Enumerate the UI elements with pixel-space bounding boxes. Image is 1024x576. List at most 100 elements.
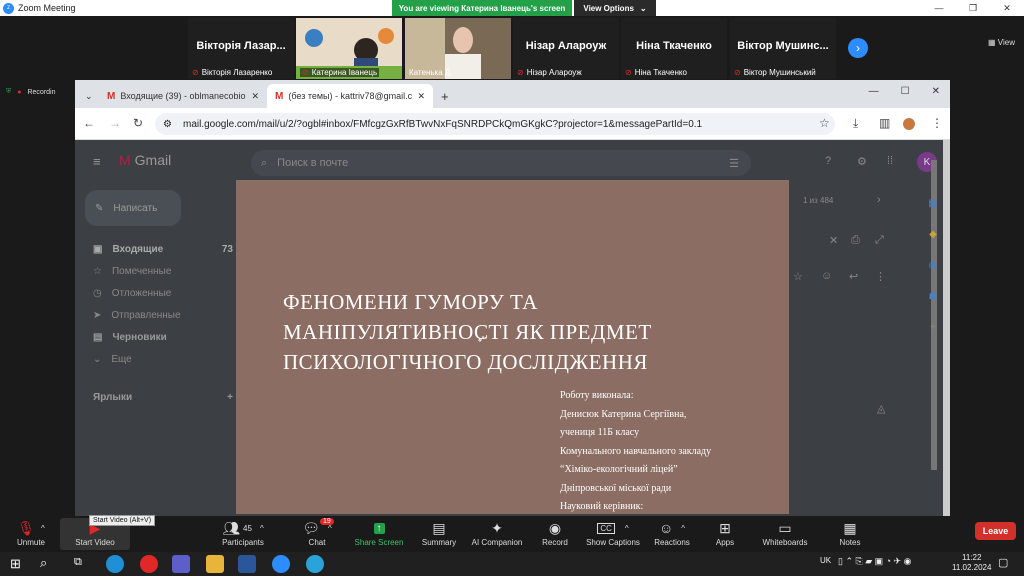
- tab-no-subject[interactable]: M (без темы) - kattriv78@gmail.co... ✕: [267, 84, 433, 108]
- tasks-icon[interactable]: ◉: [929, 260, 938, 271]
- view-button[interactable]: ▦ View: [988, 38, 1015, 47]
- opera-icon[interactable]: [140, 555, 158, 573]
- add-label-icon[interactable]: +: [227, 392, 233, 403]
- gmail-logo[interactable]: M Gmail: [119, 152, 171, 168]
- minimize-button[interactable]: —: [922, 0, 956, 16]
- leave-button[interactable]: Leave: [975, 522, 1016, 540]
- emoji-icon[interactable]: ☺: [821, 270, 832, 282]
- participant-tile[interactable]: Вікторія Лазар... ⊘ Вікторія Лазаренко: [188, 18, 294, 79]
- close-button[interactable]: ✕: [990, 0, 1024, 16]
- profile-avatar[interactable]: [903, 118, 915, 130]
- file-explorer-icon[interactable]: [206, 555, 224, 573]
- site-info-icon[interactable]: ⚙: [163, 119, 172, 130]
- url-text: mail.google.com/mail/u/2/?ogbl#inbox/FMf…: [183, 118, 703, 130]
- chevron-up-icon[interactable]: ^: [681, 524, 685, 533]
- page-scrollbar[interactable]: [943, 140, 950, 516]
- url-field[interactable]: ⚙ mail.google.com/mail/u/2/?ogbl#inbox/F…: [155, 113, 835, 135]
- close-button[interactable]: ✕: [932, 86, 940, 97]
- tab-list-button[interactable]: ⌄: [77, 84, 101, 108]
- chevron-up-icon[interactable]: ^: [260, 524, 264, 533]
- language-indicator[interactable]: UK: [820, 556, 831, 565]
- add-addon-icon[interactable]: +: [930, 322, 936, 333]
- word-icon[interactable]: [238, 555, 256, 573]
- chevron-down-icon: ⌄: [93, 354, 102, 365]
- participant-tile[interactable]: Віктор Мушинс... ⊘ Віктор Мушинський: [730, 18, 836, 79]
- collapse-icon[interactable]: ✕: [829, 234, 838, 247]
- new-tab-button[interactable]: +: [433, 84, 457, 108]
- sidebar-item-drafts[interactable]: ▤ Черновики: [93, 332, 167, 343]
- open-new-window-icon[interactable]: ⤢: [875, 234, 884, 247]
- search-input[interactable]: ⌕ Поиск в почте ☰: [251, 150, 751, 176]
- search-icon: ⌕: [261, 156, 268, 169]
- compose-button[interactable]: ✎ Написать: [85, 190, 181, 226]
- address-bar: ← → ↻ ⚙ mail.google.com/mail/u/2/?ogbl#i…: [75, 108, 950, 140]
- whiteboard-icon: ▭: [778, 519, 792, 536]
- sidebar-item-label: Еще: [111, 354, 132, 365]
- search-icon[interactable]: ⌕: [40, 555, 47, 571]
- gmail-logo-text: Gmail: [134, 152, 172, 168]
- edge-icon[interactable]: [106, 555, 124, 573]
- menu-icon[interactable]: ⋮: [931, 116, 943, 130]
- participant-big-name: Вікторія Лазар...: [196, 40, 286, 52]
- star-icon[interactable]: ☆: [793, 270, 803, 283]
- sidebar-item-snoozed[interactable]: ◷ Отложенные: [93, 288, 171, 299]
- download-icon[interactable]: ⤓: [853, 116, 858, 131]
- next-page-icon[interactable]: ›: [877, 194, 881, 206]
- reload-icon[interactable]: ↻: [133, 116, 143, 130]
- sidebar-item-sent[interactable]: ➤ Отправленные: [93, 310, 181, 321]
- telegram-icon[interactable]: [306, 555, 324, 573]
- participants-button[interactable]: 👥︎ 45 ^ Participants: [208, 518, 278, 548]
- help-icon[interactable]: ?: [825, 155, 831, 167]
- chat-button[interactable]: 💬︎ ^ Chat 19: [282, 518, 352, 547]
- task-view-icon[interactable]: ⧉: [74, 556, 82, 569]
- hamburger-icon[interactable]: ≡: [93, 154, 101, 169]
- zoom-icon[interactable]: [272, 555, 290, 573]
- clock[interactable]: 11:22 11.02.2024: [952, 553, 991, 573]
- maximize-button[interactable]: ❐: [956, 0, 990, 16]
- unmute-button[interactable]: 🎙︎ ^ Unmute: [0, 518, 66, 548]
- sidebar-item-more[interactable]: ⌄ Еще: [93, 354, 132, 365]
- participant-tile[interactable]: Ніна Ткаченко ⊘ Ніна Ткаченко: [621, 18, 727, 79]
- forward-arrow-icon[interactable]: →: [109, 116, 121, 130]
- windows-start-icon[interactable]: ⊞: [10, 556, 21, 572]
- keep-icon[interactable]: ◆: [929, 229, 937, 240]
- whiteboards-button[interactable]: ▭ Whiteboards: [750, 518, 820, 548]
- calendar-icon[interactable]: ▦: [928, 198, 937, 209]
- next-participants-icon[interactable]: ›: [848, 38, 868, 58]
- teams-icon[interactable]: [172, 555, 190, 573]
- participant-tile-video[interactable]: ⊘ Катерина Іванець: [296, 18, 402, 79]
- gmail-icon: M: [275, 90, 284, 102]
- participant-name: Нізар Алароуж: [526, 68, 582, 77]
- participant-tile-video[interactable]: Катенька Д.: [405, 18, 511, 79]
- attachment-drive-icon[interactable]: ◬: [877, 402, 885, 415]
- apps-grid-icon[interactable]: ⁞⁞: [887, 155, 893, 167]
- filter-icon[interactable]: ☰: [729, 157, 739, 170]
- sidebar-item-inbox[interactable]: ▣ Входящие 73: [93, 244, 233, 255]
- chevron-up-icon[interactable]: ^: [625, 524, 629, 533]
- participant-big-name: Ніна Ткаченко: [636, 40, 712, 52]
- reply-icon[interactable]: ↩: [849, 270, 858, 283]
- mouse-cursor-icon: ➶: [477, 334, 486, 345]
- minimize-button[interactable]: —: [869, 86, 879, 97]
- notes-button[interactable]: ▦ Notes: [815, 518, 885, 548]
- contacts-icon[interactable]: ☗: [929, 291, 938, 302]
- tab-inbox[interactable]: M Входящие (39) - oblmanecobio... ✕: [99, 84, 267, 108]
- bookmark-star-icon[interactable]: ☆: [819, 116, 830, 130]
- maximize-button[interactable]: ☐: [901, 86, 910, 97]
- tray-icons[interactable]: ▯ ⌃ ⎘ ▰ ▣ ◔ ✈ ◉: [838, 556, 911, 567]
- more-vert-icon[interactable]: ⋮: [875, 270, 886, 283]
- slide-info-line: Роботу виконала:: [560, 390, 634, 401]
- print-icon[interactable]: ⎙: [851, 234, 860, 247]
- sidepanel-icon[interactable]: ▥: [879, 116, 890, 130]
- gear-icon[interactable]: ⚙: [857, 155, 867, 168]
- back-arrow-icon[interactable]: ←: [83, 116, 95, 130]
- participant-tile[interactable]: Нізар Алароуж ⊘ Нізар Алароуж: [513, 18, 619, 79]
- toolbar-label: Participants: [222, 538, 264, 547]
- sidebar-item-count: 73: [221, 244, 233, 255]
- notifications-icon[interactable]: ▢: [998, 556, 1008, 569]
- close-icon[interactable]: ✕: [417, 91, 425, 102]
- sidebar-item-starred[interactable]: ☆ Помеченные: [93, 266, 171, 277]
- view-options-button[interactable]: View Options ⌄: [574, 0, 656, 16]
- chevron-up-icon[interactable]: ^: [41, 524, 45, 533]
- close-icon[interactable]: ✕: [251, 91, 259, 102]
